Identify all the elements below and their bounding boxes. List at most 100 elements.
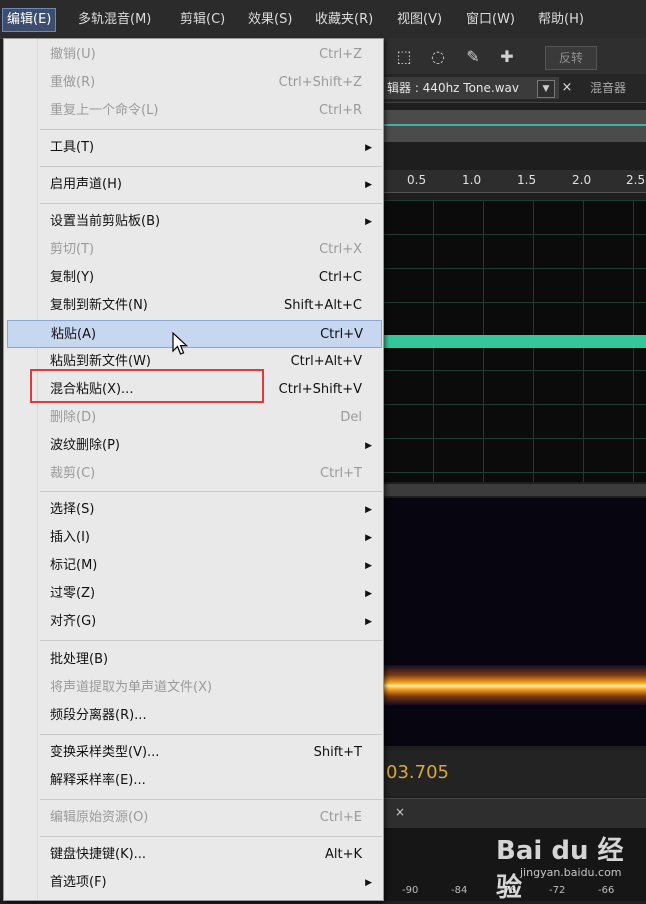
menu-item-label: 首选项(F): [50, 875, 107, 890]
spectral-signal: [383, 665, 646, 705]
waveform-overview[interactable]: [383, 110, 646, 142]
submenu-arrow-icon: ▶: [365, 589, 372, 599]
menu-item-label: 删除(D): [50, 410, 97, 425]
menu-item-undo[interactable]: 撤销(U) Ctrl+Z: [40, 41, 380, 69]
edit-menu-dropdown: 撤销(U) Ctrl+Z 重做(R) Ctrl+Shift+Z 重复上一个命令(L)…: [3, 38, 384, 901]
highlight-annotation-box: [30, 369, 264, 403]
menu-item-edit-original[interactable]: 编辑原始资源(O) Ctrl+E: [40, 804, 380, 832]
menu-separator: [40, 640, 382, 641]
menubar-help[interactable]: 帮助(H): [534, 9, 588, 31]
ruler-tick: 2.0: [572, 173, 592, 187]
menu-item-marker[interactable]: 标记(M) ▶: [40, 552, 380, 580]
menu-separator: [40, 203, 382, 204]
overview-line: [383, 124, 646, 126]
menubar-window[interactable]: 窗口(W): [462, 9, 519, 31]
menu-item-shortcut: Ctrl+E: [319, 810, 362, 825]
submenu-arrow-icon: ▶: [365, 561, 372, 571]
menu-item-redo[interactable]: 重做(R) Ctrl+Shift+Z: [40, 69, 380, 97]
healing-brush-icon[interactable]: ✚: [496, 46, 518, 68]
menu-item-snap[interactable]: 对齐(G) ▶: [40, 608, 380, 636]
menubar-effects[interactable]: 效果(S): [244, 9, 296, 31]
horizontal-scrollbar[interactable]: [383, 484, 646, 496]
menu-item-convert-sample-type[interactable]: 变换采样类型(V)... Shift+T: [40, 739, 380, 767]
meter-tick: -84: [451, 885, 468, 896]
menu-item-label: 工具(T): [50, 140, 95, 155]
menu-item-label: 启用声道(H): [50, 177, 122, 192]
menu-item-set-clipboard[interactable]: 设置当前剪贴板(B) ▶: [40, 208, 380, 236]
menu-item-extract-mono[interactable]: 将声道提取为单声道文件(X): [40, 674, 380, 702]
ruler-tick: 2.5: [626, 173, 646, 187]
menu-item-label: 撤销(U): [50, 47, 96, 62]
menubar-multitrack[interactable]: 多轨混音(M): [74, 9, 155, 31]
waveform-signal: [383, 335, 646, 348]
brush-icon[interactable]: ✎: [462, 46, 484, 68]
menu-item-label: 键盘快捷键(K)...: [50, 847, 147, 862]
menu-item-preferences[interactable]: 首选项(F) ▶: [40, 869, 380, 897]
menubar-clip[interactable]: 剪辑(C): [176, 9, 229, 31]
submenu-arrow-icon: ▶: [365, 533, 372, 543]
menu-item-label: 复制到新文件(N): [50, 298, 148, 313]
spectral-display[interactable]: [383, 498, 646, 746]
menu-separator: [40, 491, 382, 492]
menu-item-enable-channels[interactable]: 启用声道(H) ▶: [40, 171, 380, 199]
menu-item-shortcut: Ctrl+Shift+V: [278, 382, 362, 397]
menu-item-shortcut: Ctrl+R: [318, 103, 362, 118]
submenu-arrow-icon: ▶: [365, 441, 372, 451]
menu-item-interpret-sample-rate[interactable]: 解释采样率(E)...: [40, 767, 380, 795]
menu-item-label: 重复上一个命令(L): [50, 103, 159, 118]
menu-item-repeat-last[interactable]: 重复上一个命令(L) Ctrl+R: [40, 97, 380, 125]
menu-item-label: 批处理(B): [50, 652, 109, 667]
menu-item-shortcut: Del: [340, 410, 362, 425]
panel-close-icon[interactable]: ×: [395, 805, 405, 819]
menu-item-cut[interactable]: 剪切(T) Ctrl+X: [40, 236, 380, 264]
submenu-arrow-icon: ▶: [365, 878, 372, 888]
tab-mixer[interactable]: 混音器: [590, 78, 626, 98]
lasso-icon[interactable]: ◌: [427, 46, 449, 68]
menu-item-label: 设置当前剪贴板(B): [50, 214, 161, 229]
menu-item-batch[interactable]: 批处理(B): [40, 646, 380, 674]
menu-item-label: 变换采样类型(V)...: [50, 745, 160, 760]
menu-item-crop[interactable]: 裁剪(C) Ctrl+T: [40, 460, 380, 488]
menu-item-label: 波纹删除(P): [50, 438, 120, 453]
menu-icon-gutter: [7, 39, 38, 900]
submenu-arrow-icon: ▶: [365, 143, 372, 153]
menu-item-shortcut: Ctrl+V: [320, 327, 363, 342]
menu-separator: [40, 129, 382, 130]
menu-item-label: 标记(M): [50, 558, 98, 573]
menu-bar: 编辑(E) 多轨混音(M) 剪辑(C) 效果(S) 收藏夹(R) 视图(V) 窗…: [0, 0, 646, 39]
menu-item-select[interactable]: 选择(S) ▶: [40, 496, 380, 524]
menu-item-copy[interactable]: 复制(Y) Ctrl+C: [40, 264, 380, 292]
tab-editor[interactable]: 辑器 : 440hz Tone.wav: [383, 77, 559, 99]
menu-item-shortcut: Ctrl+Alt+V: [290, 354, 362, 369]
menu-separator: [40, 166, 382, 167]
menu-item-label: 选择(S): [50, 502, 95, 517]
menubar-edit[interactable]: 编辑(E): [2, 8, 57, 32]
menu-item-shortcut: Ctrl+T: [320, 466, 362, 481]
marquee-select-icon[interactable]: ⬚: [393, 46, 415, 68]
submenu-arrow-icon: ▶: [365, 180, 372, 190]
menu-item-shortcut: Alt+K: [324, 847, 362, 862]
menu-item-zero-crossing[interactable]: 过零(Z) ▶: [40, 580, 380, 608]
menubar-view[interactable]: 视图(V): [393, 9, 446, 31]
menu-item-tools[interactable]: 工具(T) ▶: [40, 134, 380, 162]
menu-item-delete[interactable]: 删除(D) Del: [40, 404, 380, 432]
menu-item-shortcut: Ctrl+C: [318, 270, 362, 285]
menu-item-band-splitter[interactable]: 频段分离器(R)...: [40, 702, 380, 730]
panel-strip: [383, 798, 646, 829]
menu-item-shortcut: Shift+Alt+C: [283, 298, 362, 313]
menubar-favorites[interactable]: 收藏夹(R): [311, 9, 377, 31]
menu-item-shortcut: Ctrl+Shift+Z: [278, 75, 362, 90]
menu-item-shortcut: Ctrl+Z: [319, 47, 362, 62]
menu-item-label: 插入(I): [50, 530, 90, 545]
reverse-button[interactable]: 反转: [545, 46, 597, 70]
menu-item-copy-to-new[interactable]: 复制到新文件(N) Shift+Alt+C: [40, 292, 380, 320]
menu-item-insert[interactable]: 插入(I) ▶: [40, 524, 380, 552]
tab-close-icon[interactable]: ×: [559, 78, 575, 98]
menu-item-shortcut: Ctrl+X: [319, 242, 362, 257]
menu-item-keyboard-shortcuts[interactable]: 键盘快捷键(K)... Alt+K: [40, 841, 380, 869]
menu-item-ripple-delete[interactable]: 波纹删除(P) ▶: [40, 432, 380, 460]
ruler-tick: 1.0: [462, 173, 482, 187]
menu-item-label: 重做(R): [50, 75, 96, 90]
tab-dropdown-icon[interactable]: ▼: [537, 80, 555, 98]
menu-item-paste[interactable]: 粘贴(A) Ctrl+V: [7, 320, 382, 348]
